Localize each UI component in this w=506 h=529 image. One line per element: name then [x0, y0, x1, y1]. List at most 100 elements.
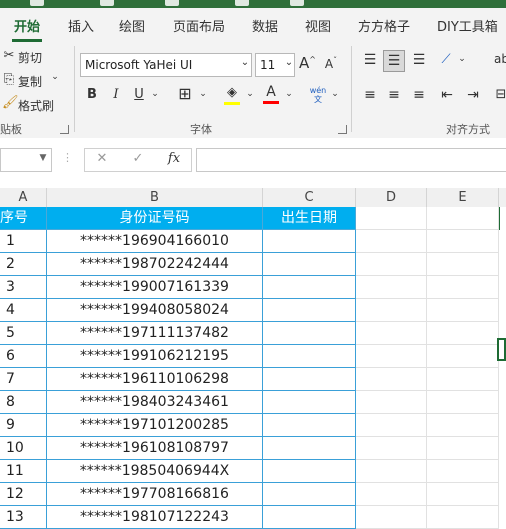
name-box[interactable]: ▼ — [0, 148, 52, 172]
birthdate-cell[interactable] — [263, 276, 356, 299]
birthdate-cell[interactable] — [263, 483, 356, 506]
enter-icon[interactable]: ✓ — [131, 151, 145, 166]
chevron-down-icon[interactable]: ⌄ — [283, 57, 295, 68]
empty-cell[interactable] — [427, 460, 499, 483]
shrink-font-icon[interactable]: Aˇ — [323, 56, 339, 71]
birthdate-cell[interactable] — [263, 253, 356, 276]
empty-cell[interactable] — [356, 207, 427, 230]
empty-cell[interactable] — [427, 368, 499, 391]
selected-cell[interactable] — [497, 338, 506, 361]
empty-cell[interactable] — [356, 322, 427, 345]
column-header-d[interactable]: D — [356, 188, 427, 207]
align-bottom-icon[interactable]: ☰ — [409, 52, 429, 68]
orientation-icon[interactable]: ⟋ — [437, 52, 455, 67]
decrease-indent-icon[interactable]: ⇤ — [437, 87, 457, 103]
row-number-cell[interactable]: 5 — [0, 322, 47, 345]
id-number-cell[interactable]: ******199408058024 — [47, 299, 263, 322]
empty-cell[interactable] — [356, 299, 427, 322]
id-number-cell[interactable]: ******196904166010 — [47, 230, 263, 253]
cancel-icon[interactable]: ✕ — [95, 151, 109, 166]
birthdate-cell[interactable] — [263, 345, 356, 368]
chevron-down-icon[interactable]: ⌄ — [330, 89, 340, 99]
row-number-cell[interactable]: 11 — [0, 460, 47, 483]
column-header-c[interactable]: C — [263, 188, 356, 207]
wrap-text-icon[interactable]: ab — [494, 52, 506, 66]
id-number-cell[interactable]: ******199007161339 — [47, 276, 263, 299]
id-number-cell[interactable]: ******197101200285 — [47, 414, 263, 437]
empty-cell[interactable] — [427, 483, 499, 506]
birthdate-cell[interactable] — [263, 368, 356, 391]
chevron-down-icon[interactable]: ▼ — [37, 153, 49, 163]
birthdate-cell[interactable] — [263, 391, 356, 414]
empty-cell[interactable] — [499, 207, 506, 230]
tab-view[interactable]: 视图 — [305, 16, 331, 35]
row-number-cell[interactable]: 7 — [0, 368, 47, 391]
birthdate-cell[interactable] — [263, 230, 356, 253]
row-number-cell[interactable]: 4 — [0, 299, 47, 322]
birthdate-cell[interactable] — [263, 414, 356, 437]
row-number-cell[interactable]: 8 — [0, 391, 47, 414]
birthdate-cell[interactable] — [263, 506, 356, 529]
empty-cell[interactable] — [427, 506, 499, 529]
tab-home[interactable]: 开始 — [14, 16, 40, 35]
underline-button[interactable]: U — [131, 87, 147, 102]
tab-data[interactable]: 数据 — [252, 16, 278, 35]
row-number-cell[interactable]: 6 — [0, 345, 47, 368]
row-number-cell[interactable]: 3 — [0, 276, 47, 299]
empty-cell[interactable] — [356, 483, 427, 506]
empty-cell[interactable] — [356, 506, 427, 529]
merge-cells-icon[interactable]: ⊟ — [494, 87, 506, 102]
empty-cell[interactable] — [427, 322, 499, 345]
id-number-cell[interactable]: ******198107122243 — [47, 506, 263, 529]
id-number-cell[interactable]: ******198403243461 — [47, 391, 263, 414]
formula-input[interactable] — [196, 148, 506, 172]
id-number-cell[interactable]: ******197708166816 — [47, 483, 263, 506]
empty-cell[interactable] — [427, 299, 499, 322]
empty-cell[interactable] — [356, 414, 427, 437]
empty-cell[interactable] — [356, 276, 427, 299]
birthdate-cell[interactable] — [263, 437, 356, 460]
id-number-cell[interactable]: ******197111137482 — [47, 322, 263, 345]
align-right-icon[interactable]: ≡ — [409, 87, 429, 103]
row-number-cell[interactable]: 12 — [0, 483, 47, 506]
id-number-cell[interactable]: ******196110106298 — [47, 368, 263, 391]
header-cell-birthdate[interactable]: 出生日期 — [263, 207, 356, 230]
tab-fangfang[interactable]: 方方格子 — [358, 16, 410, 35]
chevron-down-icon[interactable]: ⌄ — [284, 89, 294, 99]
row-number-cell[interactable]: 9 — [0, 414, 47, 437]
tab-page-layout[interactable]: 页面布局 — [173, 16, 225, 35]
phonetic-guide-icon[interactable]: wén 文 — [306, 86, 330, 104]
empty-cell[interactable] — [427, 276, 499, 299]
align-center-icon[interactable]: ≡ — [384, 87, 404, 103]
italic-button[interactable]: I — [108, 87, 124, 102]
column-header-b[interactable]: B — [47, 188, 263, 207]
dialog-launcher-icon[interactable] — [338, 125, 347, 134]
dialog-launcher-icon[interactable] — [60, 125, 69, 134]
chevron-down-icon[interactable]: ⌄ — [150, 89, 160, 99]
font-color-icon[interactable]: A — [262, 84, 280, 104]
empty-cell[interactable] — [427, 437, 499, 460]
column-header-f[interactable] — [499, 188, 506, 207]
increase-indent-icon[interactable]: ⇥ — [463, 87, 483, 103]
empty-cell[interactable] — [356, 230, 427, 253]
chevron-down-icon[interactable]: ⌄ — [457, 54, 467, 64]
empty-cell[interactable] — [427, 230, 499, 253]
row-number-cell[interactable]: 1 — [0, 230, 47, 253]
fill-color-icon[interactable]: ◈ — [222, 85, 242, 105]
chevron-down-icon[interactable]: ⌄ — [245, 89, 255, 99]
borders-icon[interactable]: ⊞ — [175, 84, 195, 103]
chevron-down-icon[interactable]: ⌄ — [198, 89, 208, 99]
birthdate-cell[interactable] — [263, 322, 356, 345]
empty-cell[interactable] — [356, 368, 427, 391]
empty-cell[interactable] — [356, 460, 427, 483]
drag-handle-icon[interactable]: ⋮ — [62, 151, 73, 164]
chevron-down-icon[interactable]: ⌄ — [239, 57, 251, 68]
id-number-cell[interactable]: ******196108108797 — [47, 437, 263, 460]
empty-cell[interactable] — [356, 437, 427, 460]
column-header-a[interactable]: A — [0, 188, 47, 207]
grow-font-icon[interactable]: A^ — [299, 54, 316, 72]
row-number-cell[interactable]: 10 — [0, 437, 47, 460]
birthdate-cell[interactable] — [263, 299, 356, 322]
align-middle-icon[interactable]: ☰ — [383, 50, 405, 72]
empty-cell[interactable] — [427, 391, 499, 414]
